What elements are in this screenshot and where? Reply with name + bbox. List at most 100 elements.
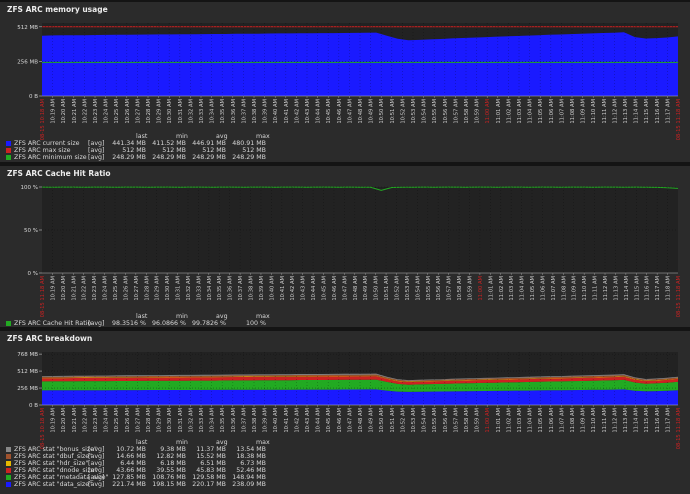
x-tick-label: 10:29 AM [157,99,163,124]
legend-func: [avg] [88,453,105,460]
legend-swatch [6,141,11,146]
x-tick-label: 10:40 AM [273,408,279,433]
legend-value-max: 100 % [245,320,266,327]
x-tick-label: 10:47 AM [347,99,353,124]
x-tick-label: 10:31 AM [178,99,184,124]
x-tick-label: 11:11 AM [593,276,599,301]
legend-row: ZFS ARC stat "data_size" [avg] 221.74 MB 19… [6,481,306,488]
x-tick-label: 10:27 AM [135,99,141,124]
x-tick-label: 10:58 AM [464,408,470,433]
x-tick-label: 11:16 AM [645,276,651,301]
x-tick-label: 10:41 AM [284,99,290,124]
legend-series-name: ZFS ARC stat "dnode_size" [14,467,98,474]
x-tick-label: 10:44 AM [311,276,317,301]
x-tick-label: 11:10 AM [591,408,597,433]
x-tick-label: 11:00 AM [478,276,484,301]
x-tick-label: 10:25 AM [113,276,119,301]
x-tick-label: 10:28 AM [144,276,150,301]
x-tick-label: 10:46 AM [337,408,343,433]
x-tick-label: 10:32 AM [188,408,194,433]
x-tick-label: 11:08 AM [561,276,567,301]
y-tick-label: 0 % [28,271,38,277]
y-tick-label: 512 MB [17,25,38,31]
x-tick-label: 10:48 AM [358,99,364,124]
legend-func: [avg] [88,154,105,161]
x-tick-label: 10:27 AM [135,408,141,433]
legend-value-avg: 99.7826 % [191,320,226,327]
x-tick-label: 10:25 AM [114,99,120,124]
x-tick-label: 10:36 AM [228,276,234,301]
x-tick-label: 10:23 AM [93,408,99,433]
x-tick-label: 10:22 AM [82,99,88,124]
x-tick-label: 10:44 AM [316,99,322,124]
x-tick-label: 11:06 AM [549,99,555,124]
x-tick-label: 10:59 AM [475,99,481,124]
x-tick-label: 10:47 AM [347,408,353,433]
x-tick-label: 10:39 AM [259,276,265,301]
x-tick-label: 10:34 AM [207,276,213,301]
x-tick-label: 11:04 AM [528,408,534,433]
x-tick-label: 10:37 AM [238,276,244,301]
x-tick-label: 10:28 AM [146,99,152,124]
x-tick-label: 10:53 AM [411,408,417,433]
x-tick-label: 10:45 AM [326,408,332,433]
x-tick-label: 11:02 AM [506,408,512,433]
legend-value-min: 198.15 MB [152,481,186,488]
x-tick-label: 10:33 AM [199,99,205,124]
x-tick-label: 11:18 AM [666,276,672,301]
legend-value-avg: 446.91 MB [192,140,226,147]
x-tick-label: 10:26 AM [123,276,129,301]
x-tick-label: 10:45 AM [326,99,332,124]
legend-row: ZFS ARC stat "dnode_size" [avg] 43.66 MB 39… [6,467,306,474]
x-tick-label: 10:19 AM [50,276,56,301]
x-tick-label: 10:39 AM [263,99,269,124]
x-tick-label: 10:58 AM [464,99,470,124]
x-tick-label: 10:36 AM [231,99,237,124]
legend-row: ZFS ARC max size [avg] 512 MB 512 MB 512 MB 5… [6,147,306,154]
x-tick-label: 10:42 AM [290,276,296,301]
legend-value-last: 10.72 MB [116,446,146,453]
legend-func: [avg] [88,474,105,481]
x-tick-label: 10:34 AM [210,99,216,124]
legend-value-avg: 220.17 MB [192,481,226,488]
x-tick-label: 10:50 AM [374,276,380,301]
legend-value-last: 6.44 MB [120,460,146,467]
legend-series-name: ZFS ARC minimum size [14,154,87,161]
x-tick-label: 11:12 AM [603,276,609,301]
x-tick-label: 10:57 AM [447,276,453,301]
x-tick-label: 10:35 AM [220,99,226,124]
legend-value-last: 14.66 MB [116,453,146,460]
x-tick-label: 11:05 AM [538,99,544,124]
x-tick-label: 10:46 AM [337,99,343,124]
legend-value-avg: 129.58 MB [192,474,226,481]
x-tick-label: 10:34 AM [210,408,216,433]
legend-value-last: 512 MB [122,147,146,154]
x-tick-label: 10:19 AM [51,99,57,124]
x-tick-label: 11:02 AM [506,99,512,124]
y-tick-label: 256 MB [17,386,38,392]
legend-value-max: 52.46 MB [236,467,266,474]
legend-row: ZFS ARC stat "dbuf_size" [avg] 14.66 MB 12.… [6,453,306,460]
x-tick-label: 11:13 AM [623,99,629,124]
x-tick-label: 10:54 AM [422,99,428,124]
x-tick-label: 11:11 AM [602,99,608,124]
x-tick-label: 10:52 AM [400,408,406,433]
x-tick-label: 10:33 AM [199,408,205,433]
x-tick-label: 11:03 AM [509,276,515,301]
legend-value-last: 441.34 MB [112,140,146,147]
x-tick-label: 10:21 AM [72,408,78,433]
legend-value-min: 512 MB [162,147,186,154]
x-tick-label: 10:21 AM [72,99,78,124]
legend-swatch [6,321,11,326]
legend-value-min: 411.52 MB [152,140,186,147]
y-tick-label: 0 B [29,94,38,100]
legend-value-last: 248.29 MB [112,154,146,161]
x-tick-label: 10:24 AM [103,276,109,301]
legend-header: last min avg max [136,313,270,320]
x-tick-label: 10:45 AM [322,276,328,301]
legend-value-last: 98.3516 % [111,320,146,327]
x-tick-label: 10:26 AM [125,99,131,124]
x-tick-label: 10:30 AM [165,276,171,301]
legend-value-last: 43.66 MB [116,467,146,474]
panel-arc-breakdown: ZFS ARC breakdown 0 B 256 MB 512 MB 768 MB 0… [0,331,690,494]
